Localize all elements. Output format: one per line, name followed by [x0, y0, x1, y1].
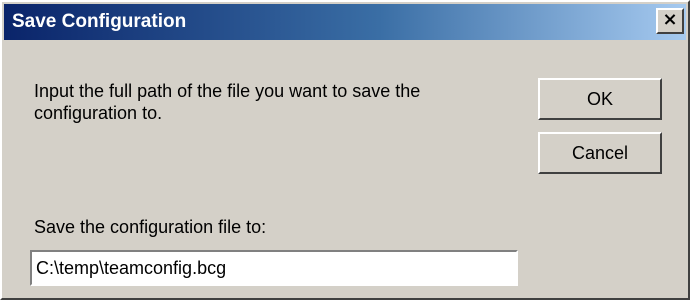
close-button[interactable]: ×: [656, 8, 684, 34]
instruction-text: Input the full path of the file you want…: [34, 81, 421, 123]
path-field-label: Save the configuration file to:: [34, 217, 267, 237]
save-configuration-dialog: Save Configuration × Input the full path…: [0, 0, 690, 300]
window-title: Save Configuration: [12, 11, 187, 32]
cancel-button[interactable]: Cancel: [538, 132, 662, 174]
path-input[interactable]: [30, 250, 518, 286]
ok-button[interactable]: OK: [538, 78, 662, 120]
title-bar[interactable]: Save Configuration ×: [4, 4, 686, 40]
close-icon: ×: [662, 9, 678, 30]
